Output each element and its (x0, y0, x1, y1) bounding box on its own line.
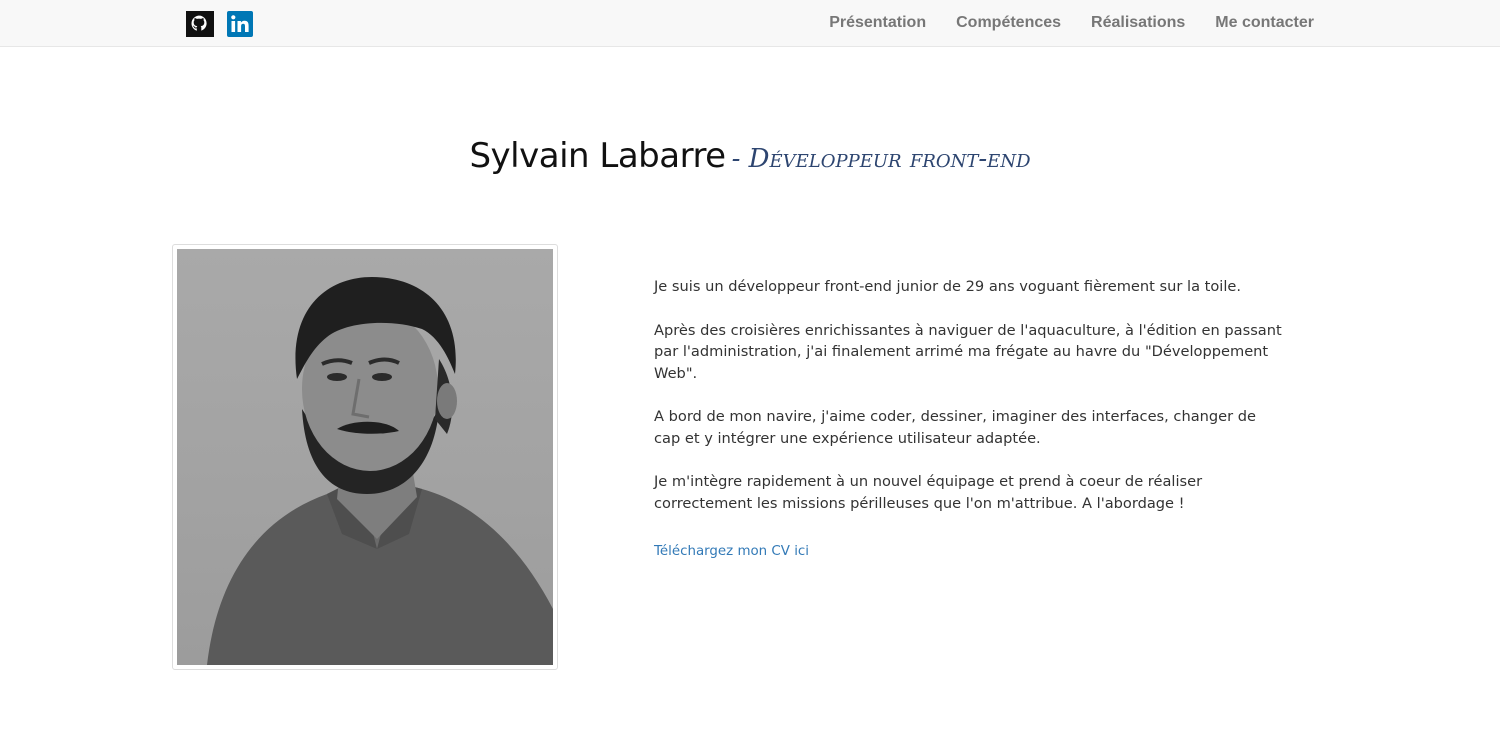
profile-photo (177, 249, 553, 665)
author-name: Sylvain Labarre (469, 136, 726, 176)
bio-paragraph: Après des croisières enrichissantes à na… (654, 321, 1282, 382)
social-links (186, 11, 255, 37)
author-role: - Développeur front-end (731, 144, 1031, 174)
linkedin-link[interactable] (227, 11, 255, 37)
nav-link-presentation[interactable]: Présentation (814, 0, 941, 46)
cv-download-link[interactable]: Téléchargez mon CV ici (654, 544, 809, 559)
top-navbar: Présentation Compétences Réalisations Me… (0, 0, 1500, 47)
nav-link-contact[interactable]: Me contacter (1200, 0, 1314, 46)
main-nav: Présentation Compétences Réalisations Me… (814, 0, 1314, 46)
nav-link-competences[interactable]: Compétences (941, 0, 1076, 46)
linkedin-icon (227, 11, 253, 37)
portrait-illustration (207, 277, 553, 665)
github-link[interactable] (186, 11, 214, 37)
bio-paragraph: A bord de mon navire, j'aime coder, dess… (654, 408, 1257, 447)
bio-paragraph: Je suis un développeur front-end junior … (654, 278, 1242, 295)
bio-section: Je suis un développeur front-end junior … (654, 276, 1284, 560)
bio-paragraph: Je m'intègre rapidement à un nouvel équi… (654, 473, 1203, 512)
github-icon (186, 11, 214, 37)
nav-link-realisations[interactable]: Réalisations (1076, 0, 1200, 46)
profile-photo-frame (172, 244, 558, 670)
page-title: Sylvain Labarre - Développeur front-end (0, 136, 1500, 176)
